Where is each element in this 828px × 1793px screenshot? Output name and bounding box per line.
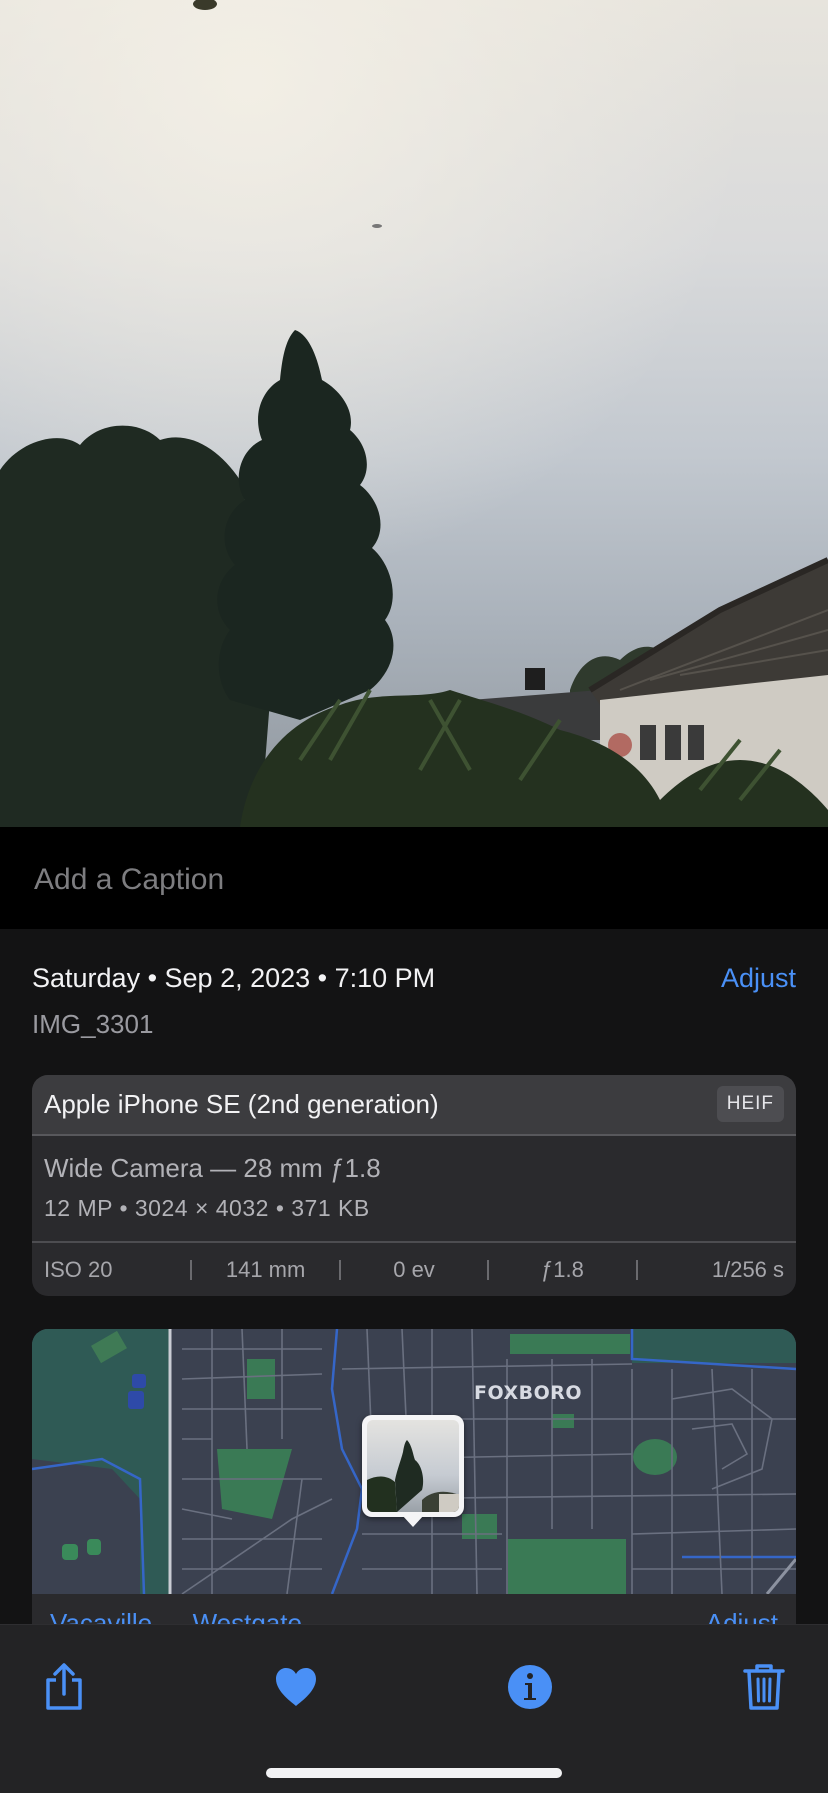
bottom-toolbar	[0, 1624, 828, 1793]
exposure-value: 0 ev	[393, 1256, 435, 1282]
favorite-button[interactable]	[264, 1655, 328, 1719]
capture-date: Saturday • Sep 2, 2023 • 7:10 PM	[32, 963, 436, 993]
shutter-speed-value: 1/256 s	[711, 1256, 785, 1282]
adjust-date-button[interactable]: Adjust	[721, 963, 796, 994]
location-thumbnail	[367, 1420, 459, 1512]
photo-image	[0, 0, 828, 827]
info-button[interactable]	[498, 1655, 562, 1719]
home-indicator[interactable]	[266, 1768, 562, 1778]
iso-value: ISO 20	[44, 1256, 113, 1282]
pin-pointer	[402, 1515, 424, 1527]
location-map[interactable]: FOXBORO	[32, 1329, 796, 1594]
trash-icon	[743, 1664, 785, 1710]
format-badge: HEIF	[716, 1086, 784, 1122]
photo-view[interactable]	[0, 0, 828, 827]
heart-icon	[276, 1668, 316, 1706]
focal-length-value: 141 mm	[225, 1256, 306, 1282]
file-name: IMG_3301	[32, 1009, 154, 1039]
info-icon	[508, 1665, 552, 1709]
location-link[interactable]: Vacaville — Westgate	[50, 1608, 302, 1624]
device-name: Apple iPhone SE (2nd generation)	[44, 1089, 439, 1119]
delete-button[interactable]	[732, 1655, 796, 1719]
adjust-location-button[interactable]: Adjust	[706, 1608, 778, 1624]
image-specs: 12 MP • 3024 × 4032 • 371 KB	[44, 1195, 370, 1221]
exif-header: Apple iPhone SE (2nd generation) HEIF	[32, 1075, 796, 1136]
caption-input[interactable]	[32, 857, 796, 903]
share-icon	[46, 1663, 82, 1710]
exif-card: Apple iPhone SE (2nd generation) HEIF Wi…	[32, 1075, 796, 1296]
caption-bar	[0, 827, 828, 929]
photo-location-pin[interactable]	[362, 1415, 464, 1527]
map-footer: Vacaville — Westgate Adjust	[32, 1594, 796, 1624]
map-area-label: FOXBORO	[474, 1382, 583, 1404]
lens-info: Wide Camera — 28 mm ƒ1.8	[44, 1153, 381, 1183]
info-panel: Saturday • Sep 2, 2023 • 7:10 PM Adjust …	[0, 929, 828, 1624]
exif-settings-row: ISO 20 141 mm 0 ev ƒ1.8 1/256 s	[32, 1243, 796, 1296]
share-button[interactable]	[32, 1655, 96, 1719]
aperture-value: ƒ1.8	[541, 1256, 584, 1282]
